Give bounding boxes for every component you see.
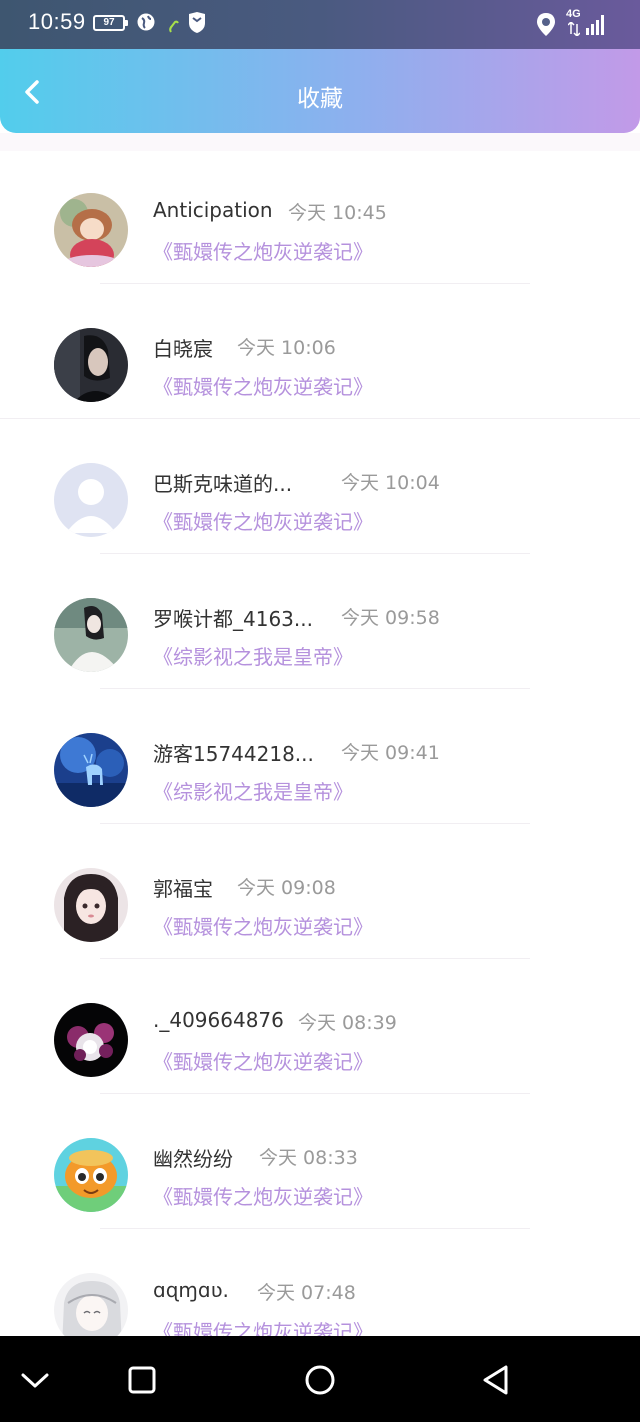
avatar[interactable] — [54, 328, 128, 402]
avatar[interactable] — [54, 868, 128, 942]
timestamp: 今天 10:04 — [341, 472, 440, 494]
signal-icon — [585, 14, 607, 40]
avatar[interactable] — [54, 1003, 128, 1077]
timestamp: 今天 08:39 — [298, 1012, 397, 1034]
divider — [100, 958, 530, 959]
system-nav-bar — [0, 1336, 640, 1422]
user-name: 巴斯克味道的... — [153, 472, 293, 496]
avatar[interactable] — [54, 463, 128, 537]
page-title: 收藏 — [297, 86, 343, 112]
timestamp: 今天 07:48 — [257, 1282, 356, 1304]
book-title[interactable]: 《综影视之我是皇帝》 — [153, 776, 353, 805]
favorites-list: Anticipation 今天 10:45 《甄嬛传之炮灰逆袭记》 白晓宸 今天… — [0, 151, 640, 1366]
status-time: 10:59 — [28, 9, 86, 34]
user-name: 白晓宸 — [153, 337, 213, 361]
avatar[interactable] — [54, 193, 128, 267]
timestamp: 今天 09:41 — [341, 742, 440, 764]
user-name: Anticipation — [153, 198, 273, 222]
square-icon[interactable] — [124, 1362, 160, 1398]
user-name: 游客15744218... — [153, 742, 314, 766]
user-name: 罗喉计都_4163... — [153, 607, 313, 631]
timestamp: 今天 08:33 — [259, 1147, 358, 1169]
triangle-back-icon[interactable] — [478, 1362, 514, 1398]
data-arrows-icon — [567, 20, 581, 40]
divider — [100, 553, 530, 554]
book-title[interactable]: 《甄嬛传之炮灰逆袭记》 — [153, 911, 373, 940]
book-title[interactable]: 《甄嬛传之炮灰逆袭记》 — [153, 1046, 373, 1075]
user-name: 郭福宝 — [153, 877, 213, 901]
user-name: ._409664876 — [153, 1008, 284, 1032]
list-item[interactable]: ._409664876 今天 08:39 《甄嬛传之炮灰逆袭记》 — [0, 961, 640, 1096]
list-item[interactable]: 白晓宸 今天 10:06 《甄嬛传之炮灰逆袭记》 — [0, 286, 640, 421]
status-bar: 10:59 97 4G — [0, 0, 640, 50]
timestamp: 今天 09:58 — [341, 607, 440, 629]
section-gap — [0, 133, 640, 151]
book-title[interactable]: 《甄嬛传之炮灰逆袭记》 — [153, 236, 373, 265]
divider — [100, 1093, 530, 1094]
divider — [100, 688, 530, 689]
shield-icon — [188, 12, 206, 38]
battery-icon: 97 — [93, 15, 128, 31]
list-item[interactable]: 罗喉计都_4163... 今天 09:58 《综影视之我是皇帝》 — [0, 556, 640, 691]
avatar[interactable] — [54, 598, 128, 672]
location-icon — [535, 12, 557, 42]
avatar[interactable] — [54, 733, 128, 807]
divider — [0, 418, 640, 419]
network-type: 4G — [566, 8, 581, 20]
globe-icon — [136, 12, 156, 36]
book-title[interactable]: 《甄嬛传之炮灰逆袭记》 — [153, 506, 373, 535]
chevron-down-icon[interactable] — [17, 1362, 53, 1398]
list-item[interactable]: 郭福宝 今天 09:08 《甄嬛传之炮灰逆袭记》 — [0, 826, 640, 961]
screen: 10:59 97 4G 收藏 Anticipation 今天 10:45 《甄嬛… — [0, 0, 640, 1422]
timestamp: 今天 10:06 — [237, 337, 336, 359]
list-item[interactable]: 游客15744218... 今天 09:41 《综影视之我是皇帝》 — [0, 691, 640, 826]
list-item[interactable]: 幽然纷纷 今天 08:33 《甄嬛传之炮灰逆袭记》 — [0, 1096, 640, 1231]
divider — [100, 823, 530, 824]
book-title[interactable]: 《综影视之我是皇帝》 — [153, 641, 353, 670]
user-name: 幽然纷纷 — [153, 1147, 233, 1171]
list-item[interactable]: 巴斯克味道的... 今天 10:04 《甄嬛传之炮灰逆袭记》 — [0, 421, 640, 556]
divider — [100, 1228, 530, 1229]
book-title[interactable]: 《甄嬛传之炮灰逆袭记》 — [153, 371, 373, 400]
timestamp: 今天 10:45 — [288, 202, 387, 224]
divider — [100, 283, 530, 284]
list-item[interactable]: Anticipation 今天 10:45 《甄嬛传之炮灰逆袭记》 — [0, 151, 640, 286]
default-avatar-icon — [54, 463, 128, 537]
timestamp: 今天 09:08 — [237, 877, 336, 899]
book-title[interactable]: 《甄嬛传之炮灰逆袭记》 — [153, 1181, 373, 1210]
phone-icon — [168, 18, 182, 38]
circle-icon[interactable] — [302, 1362, 338, 1398]
user-name: ɑɋɱɑʋ. — [153, 1278, 229, 1302]
app-header: 收藏 — [0, 49, 640, 133]
avatar[interactable] — [54, 1138, 128, 1212]
